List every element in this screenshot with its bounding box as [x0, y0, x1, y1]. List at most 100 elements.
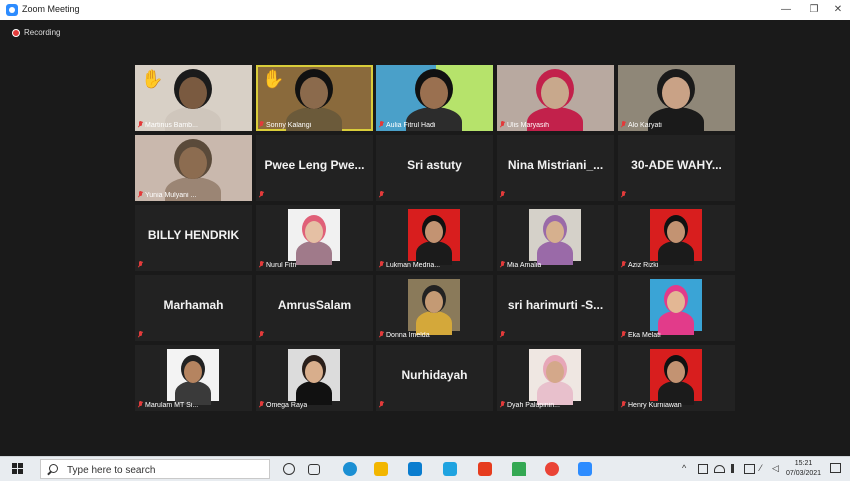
participant-tile[interactable]: AmrusSalam: [256, 275, 373, 341]
participant-name: AmrusSalam: [277, 298, 352, 312]
muted-mic-icon: [138, 261, 143, 268]
participant-label: Alo Karyati: [628, 122, 662, 129]
participant-name: Sri astuty: [407, 158, 462, 172]
muted-mic-icon: [259, 261, 264, 268]
participant-tile[interactable]: Ulis Maryasih: [497, 65, 614, 131]
participant-tile[interactable]: ✋ Sonny Kalangi: [256, 65, 373, 131]
participant-label: Marulam MT Si...: [145, 402, 199, 409]
participant-face: [300, 77, 328, 109]
record-icon: [12, 28, 20, 37]
tray-app-icon[interactable]: [698, 464, 708, 474]
clock-date: 07/03/2021: [786, 470, 822, 477]
profile-photo: [650, 209, 702, 265]
muted-mic-icon: [138, 121, 143, 128]
participant-tile[interactable]: Aulia Fitrul Hadi: [376, 65, 493, 131]
show-hidden-icons-icon[interactable]: ^: [682, 463, 686, 473]
muted-mic-icon: [259, 401, 264, 408]
participant-tile[interactable]: Sri astuty: [376, 135, 493, 201]
search-placeholder: Type here to search: [67, 465, 156, 476]
recording-indicator[interactable]: Recording: [12, 28, 60, 37]
participant-tile[interactable]: Nina Mistriani_...: [497, 135, 614, 201]
office-icon[interactable]: [478, 462, 492, 476]
muted-mic-icon: [138, 401, 143, 408]
participant-tile[interactable]: Mia Amalia: [497, 205, 614, 271]
google-drive-icon[interactable]: [512, 462, 526, 476]
windows-taskbar: Type here to search ^ ⁄ ◁ 15:21 07/03/20…: [0, 456, 850, 481]
participant-tile[interactable]: Omega Raya: [256, 345, 373, 411]
restore-button[interactable]: ❐: [802, 2, 826, 18]
notification-icon[interactable]: [830, 463, 841, 473]
profile-photo: [408, 209, 460, 265]
participant-tile[interactable]: Henry Kurniawan: [618, 345, 735, 411]
profile-photo: [288, 349, 340, 405]
mail-icon[interactable]: [408, 462, 422, 476]
participant-face: [179, 77, 207, 109]
participant-label: Lukman Medria...: [386, 262, 441, 269]
app-l-icon[interactable]: [443, 462, 457, 476]
volume-icon[interactable]: ◁: [772, 463, 779, 474]
muted-mic-icon: [379, 401, 384, 408]
window-titlebar: Zoom Meeting — ❐ ✕: [0, 0, 850, 21]
participant-tile[interactable]: Pwee Leng Pwe...: [256, 135, 373, 201]
participant-tile[interactable]: Dyah Palupinin...: [497, 345, 614, 411]
usb-device-icon[interactable]: [731, 464, 734, 473]
participant-face: [420, 77, 448, 109]
participant-tile[interactable]: Donna Imelda: [376, 275, 493, 341]
participant-label: Aziz Rizki: [628, 262, 659, 269]
edge-browser-icon[interactable]: [343, 462, 357, 476]
participant-face: [541, 77, 569, 109]
participant-face: [179, 147, 207, 179]
windows-start-icon[interactable]: [12, 463, 24, 475]
participant-tile[interactable]: ✋ Martinus Bamb...: [135, 65, 252, 131]
network-icon[interactable]: [744, 464, 755, 474]
muted-mic-icon: [621, 401, 626, 408]
zoom-taskbar-icon[interactable]: [578, 462, 592, 476]
participant-name: 30-ADE WAHY...: [631, 158, 722, 172]
participant-tile[interactable]: sri harimurti -S...: [497, 275, 614, 341]
profile-photo: [529, 209, 581, 265]
pen-icon[interactable]: ⁄: [760, 463, 762, 473]
participant-label: Donna Imelda: [386, 332, 430, 339]
participant-tile[interactable]: Eka Melati: [618, 275, 735, 341]
participant-label: Sonny Kalangi: [266, 122, 312, 129]
muted-mic-icon: [621, 331, 626, 338]
muted-mic-icon: [259, 121, 264, 128]
search-icon: [49, 464, 58, 473]
task-view-icon[interactable]: [308, 464, 320, 475]
muted-mic-icon: [138, 191, 143, 198]
file-explorer-icon[interactable]: [374, 462, 388, 476]
participant-name: Nurhidayah: [401, 368, 468, 382]
participant-label: Dyah Palupinin...: [507, 402, 560, 409]
muted-mic-icon: [379, 261, 384, 268]
window-title: Zoom Meeting: [22, 4, 80, 14]
participant-tile[interactable]: Nurul Fitri: [256, 205, 373, 271]
profile-photo: [288, 209, 340, 265]
participant-tile[interactable]: Marulam MT Si...: [135, 345, 252, 411]
participant-tile[interactable]: 30-ADE WAHY...: [618, 135, 735, 201]
cortana-icon[interactable]: [283, 463, 295, 475]
participant-tile[interactable]: Lukman Medria...: [376, 205, 493, 271]
participant-face: [662, 77, 690, 109]
participant-label: Eka Melati: [628, 332, 661, 339]
minimize-button[interactable]: —: [774, 2, 798, 18]
muted-mic-icon: [621, 191, 626, 198]
zoom-app-icon: [6, 4, 18, 16]
participant-tile[interactable]: Aziz Rizki: [618, 205, 735, 271]
onedrive-icon[interactable]: [714, 465, 725, 473]
close-button[interactable]: ✕: [826, 2, 850, 18]
participant-tile[interactable]: Alo Karyati: [618, 65, 735, 131]
muted-mic-icon: [259, 191, 264, 198]
taskbar-search-box[interactable]: Type here to search: [40, 459, 270, 479]
participant-name: Pwee Leng Pwe...: [264, 158, 365, 172]
participant-tile[interactable]: Yunia Mulyani ...: [135, 135, 252, 201]
participant-tile[interactable]: Nurhidayah: [376, 345, 493, 411]
raised-hand-icon: ✋: [262, 69, 285, 89]
participant-label: Omega Raya: [266, 402, 308, 409]
chrome-icon[interactable]: [545, 462, 559, 476]
participant-label: Nurul Fitri: [266, 262, 297, 269]
profile-photo: [650, 279, 702, 335]
participant-tile[interactable]: BILLY HENDRIK: [135, 205, 252, 271]
system-clock[interactable]: 15:21 07/03/2021: [786, 459, 821, 479]
participant-label: Ulis Maryasih: [507, 122, 550, 129]
participant-tile[interactable]: Marhamah: [135, 275, 252, 341]
